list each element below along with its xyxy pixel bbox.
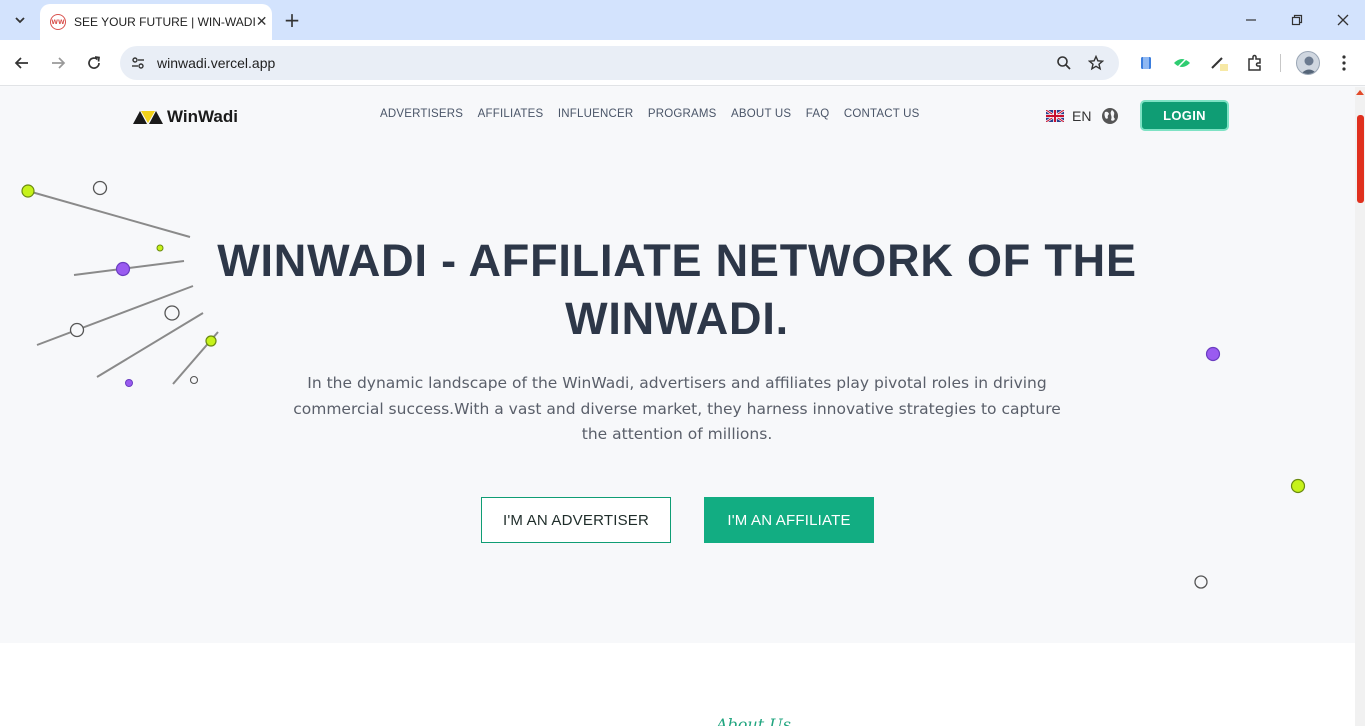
- advertiser-button[interactable]: I'M AN ADVERTISER: [481, 497, 671, 543]
- hero-title-line-1: WINWADI - AFFILIATE NETWORK OF THE: [217, 235, 1137, 286]
- extension-eye-icon[interactable]: [1170, 51, 1194, 75]
- hollow-node-icon: [69, 322, 85, 338]
- url-text: winwadi.vercel.app: [157, 55, 276, 71]
- hollow-node-icon: [1194, 575, 1208, 589]
- hero-title: WINWADI - AFFILIATE NETWORK OF THE WINWA…: [177, 232, 1177, 348]
- close-window-icon[interactable]: [1331, 8, 1355, 32]
- network-decoration: [21, 180, 1306, 589]
- purple-node-icon: [115, 261, 131, 277]
- tab-search-chevron-icon[interactable]: [6, 6, 34, 34]
- browser-tab-active[interactable]: WW SEE YOUR FUTURE | WIN-WADI ✕: [40, 4, 272, 40]
- tab-close-icon[interactable]: ✕: [256, 14, 268, 30]
- reload-icon[interactable]: [80, 49, 108, 77]
- toolbar-separator: [1280, 54, 1281, 72]
- restore-icon[interactable]: [1285, 8, 1309, 32]
- back-arrow-icon[interactable]: [8, 49, 36, 77]
- lime-node-icon: [1290, 478, 1306, 494]
- hero-subtitle: In the dynamic landscape of the WinWadi,…: [293, 374, 1061, 443]
- browser-toolbar: winwadi.vercel.app: [0, 40, 1365, 86]
- lime-node-icon: [156, 244, 164, 252]
- site-favicon-icon: WW: [50, 14, 66, 30]
- affiliate-button[interactable]: I'M AN AFFILIATE: [704, 497, 874, 543]
- browser-menu-icon[interactable]: [1332, 51, 1356, 75]
- scroll-up-arrow-icon[interactable]: [1356, 90, 1364, 95]
- about-section: About Us: [0, 643, 1355, 726]
- zoom-icon[interactable]: [1054, 53, 1074, 73]
- purple-node-icon: [125, 379, 133, 387]
- new-tab-plus-icon[interactable]: +: [280, 8, 304, 32]
- tab-title: SEE YOUR FUTURE | WIN-WADI: [74, 15, 256, 29]
- address-bar[interactable]: winwadi.vercel.app: [120, 46, 1119, 80]
- forward-arrow-icon[interactable]: [44, 49, 72, 77]
- extensions-puzzle-icon[interactable]: [1243, 51, 1267, 75]
- profile-avatar[interactable]: [1296, 51, 1320, 75]
- lime-node-icon: [21, 184, 35, 198]
- page-scrollbar[interactable]: [1355, 87, 1365, 726]
- about-script-heading: About Us: [716, 715, 791, 726]
- site-settings-icon[interactable]: [128, 53, 148, 73]
- extension-pen-icon[interactable]: [1207, 51, 1231, 75]
- browser-tab-bar: WW SEE YOUR FUTURE | WIN-WADI ✕ +: [0, 0, 1365, 40]
- extension-document-icon[interactable]: [1134, 51, 1158, 75]
- scrollbar-thumb[interactable]: [1357, 115, 1364, 203]
- purple-node-icon: [1205, 346, 1221, 362]
- hero-title-line-2: WINWADI.: [565, 293, 789, 344]
- minimize-icon[interactable]: [1239, 8, 1263, 32]
- bookmark-star-icon[interactable]: [1086, 53, 1106, 73]
- hollow-node-icon: [189, 375, 199, 385]
- web-page: WinWadi ADVERTISERS AFFILIATES INFLUENCE…: [0, 87, 1355, 726]
- hollow-node-icon: [92, 180, 108, 196]
